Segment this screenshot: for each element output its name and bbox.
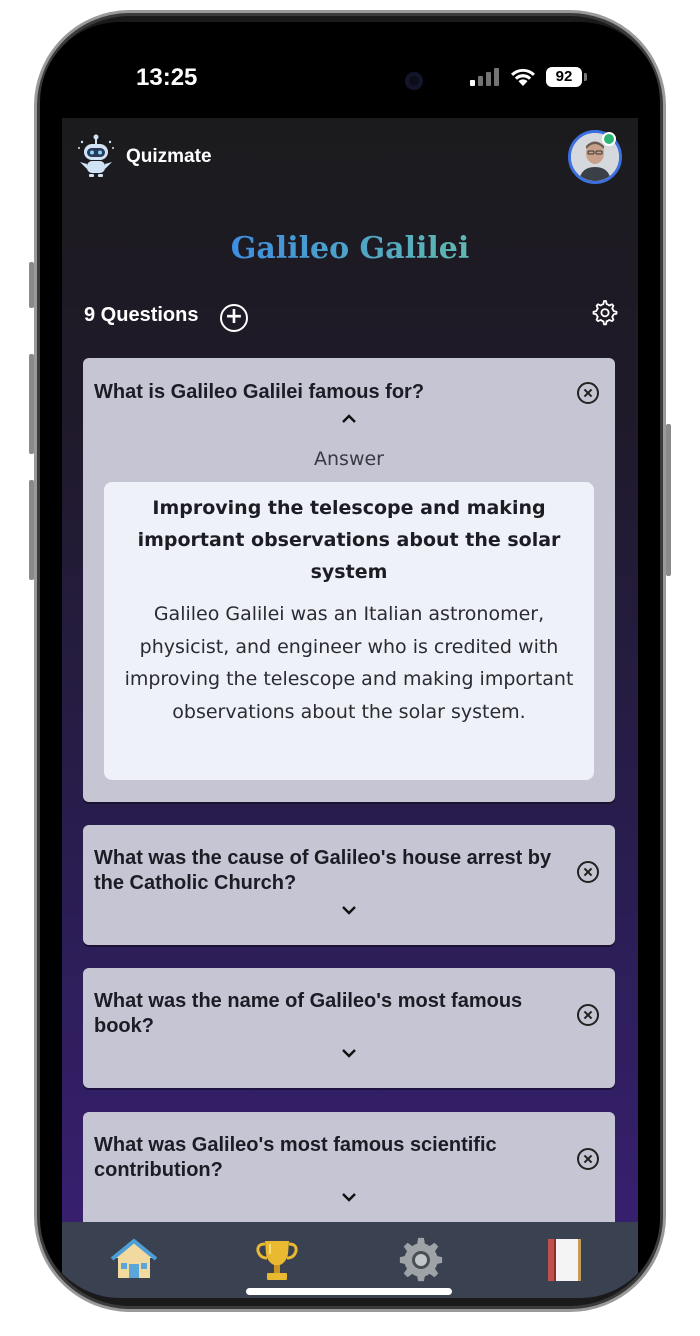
- remove-question-button[interactable]: [577, 1004, 599, 1026]
- quiz-title-text: Galileo Galilei: [231, 231, 470, 266]
- quiz-settings-icon[interactable]: [590, 298, 618, 326]
- front-camera: [405, 72, 423, 90]
- question-card[interactable]: What is Galileo Galilei famous for? Answ…: [83, 358, 615, 802]
- question-text: What was the name of Galileo's most famo…: [94, 990, 523, 1037]
- chevron-down-icon[interactable]: [341, 905, 357, 915]
- remove-question-button[interactable]: [577, 382, 599, 404]
- home-indicator: [246, 1288, 452, 1295]
- bottom-tab-bar: [62, 1222, 638, 1298]
- question-text: What is Galileo Galilei famous for?: [94, 381, 425, 403]
- question-card[interactable]: What was the cause of Galileo's house ar…: [83, 825, 615, 945]
- book-icon[interactable]: [540, 1236, 588, 1284]
- app-screen: Quizmate Galileo Galilei 9 Questions + W…: [62, 118, 638, 1298]
- status-time: 13:25: [136, 64, 198, 91]
- answer-box: Improving the telescope and making impor…: [104, 482, 594, 780]
- app-name: Quizmate: [126, 146, 212, 167]
- phone-screen: 13:25 92 Quizmate Galileo Galilei 9 Ques…: [40, 22, 660, 1298]
- settings-gear-icon[interactable]: [397, 1236, 445, 1284]
- quiz-title: Galileo Galilei: [231, 231, 470, 266]
- battery-indicator: 92: [546, 67, 587, 87]
- chevron-down-icon[interactable]: [341, 1192, 357, 1202]
- signal-icon: [470, 68, 500, 86]
- add-question-button[interactable]: +: [220, 304, 248, 332]
- question-card[interactable]: What was the name of Galileo's most famo…: [83, 968, 615, 1088]
- answer-label: Answer: [314, 448, 384, 470]
- wifi-icon: [511, 68, 535, 86]
- question-count: 9 Questions: [84, 304, 199, 326]
- remove-question-button[interactable]: [577, 861, 599, 883]
- app-header: Quizmate: [62, 118, 638, 196]
- trophy-icon[interactable]: [253, 1236, 301, 1284]
- question-text: What was the cause of Galileo's house ar…: [94, 847, 552, 894]
- answer-title: Improving the telescope and making impor…: [137, 497, 561, 583]
- power-button: [666, 424, 671, 576]
- answer-explanation: Galileo Galilei was an Italian astronome…: [124, 603, 574, 723]
- online-status-dot: [602, 132, 616, 146]
- chevron-up-icon[interactable]: [341, 414, 357, 424]
- chevron-down-icon[interactable]: [341, 1048, 357, 1058]
- question-card[interactable]: What was Galileo's most famous scientifi…: [83, 1112, 615, 1232]
- home-icon[interactable]: [110, 1236, 158, 1284]
- robot-logo-icon: [78, 134, 114, 177]
- remove-question-button[interactable]: [577, 1148, 599, 1170]
- question-text: What was Galileo's most famous scientifi…: [94, 1134, 497, 1181]
- status-bar: 13:25 92: [40, 22, 660, 118]
